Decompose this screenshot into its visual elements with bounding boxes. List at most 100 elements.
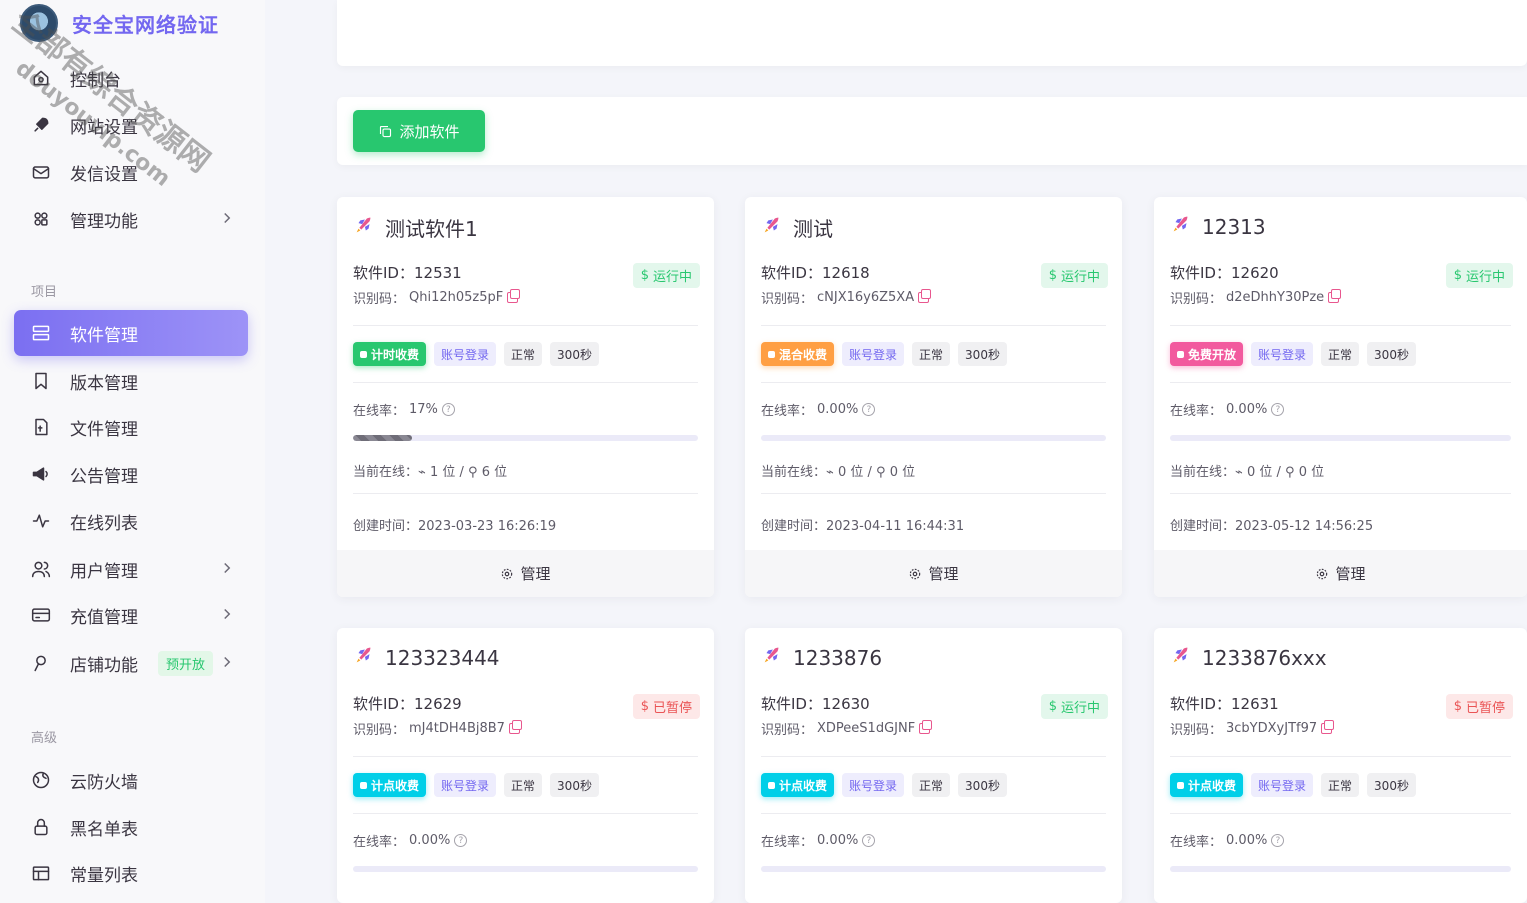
card-title: 测试软件1 bbox=[353, 213, 478, 242]
sidebar-item-label: 用户管理 bbox=[70, 561, 138, 582]
rocket-icon bbox=[1170, 644, 1192, 671]
identifier-code: 识别码： 3cbYDXyJTf97 bbox=[1170, 719, 1335, 738]
online-rate-bar-fill bbox=[353, 435, 412, 441]
mode-icon bbox=[768, 781, 775, 789]
heartbeat-tag: 300秒 bbox=[958, 342, 1007, 366]
billing-mode-tag: 计点收费 bbox=[761, 773, 835, 797]
sidebar-item-versions[interactable]: 版本管理 bbox=[14, 358, 248, 404]
online-rate-bar bbox=[761, 435, 1106, 441]
megaphone-icon bbox=[30, 463, 52, 485]
status-badge: $ 已暂停 bbox=[1445, 694, 1513, 719]
sidebar-item-constants[interactable]: 常量列表 bbox=[14, 850, 248, 896]
heartbeat-tag: 300秒 bbox=[550, 342, 599, 366]
sidebar: 安全宝网络验证 控制台 网站设置 发信设置 管理功能 项目 软件管理 版本管理 … bbox=[0, 0, 265, 903]
copy-icon[interactable] bbox=[919, 720, 933, 734]
card-title: 测试 bbox=[761, 213, 833, 242]
sidebar-item-admin-functions[interactable]: 管理功能 bbox=[14, 196, 248, 242]
bookmark-icon bbox=[30, 370, 52, 392]
copy-icon[interactable] bbox=[508, 720, 522, 734]
help-icon[interactable]: ? bbox=[1271, 403, 1285, 416]
heartbeat-tag: 300秒 bbox=[1367, 773, 1416, 797]
user-icon: ⚲ bbox=[468, 465, 482, 480]
rocket-icon bbox=[30, 114, 52, 136]
heartbeat-tag: 300秒 bbox=[958, 773, 1007, 797]
sidebar-item-recharge[interactable]: 充值管理 bbox=[14, 592, 248, 638]
billing-mode-tag: 计点收费 bbox=[1170, 773, 1244, 797]
sidebar-item-files[interactable]: 文件管理 bbox=[14, 404, 248, 450]
sidebar-item-users[interactable]: 用户管理 bbox=[14, 546, 248, 592]
sidebar-item-mail-settings[interactable]: 发信设置 bbox=[14, 149, 248, 195]
sidebar-item-label: 文件管理 bbox=[70, 419, 138, 440]
status-badge: $ 运行中 bbox=[1040, 263, 1108, 288]
help-icon[interactable]: ? bbox=[1271, 834, 1285, 847]
online-rate: 在线率： 0.00%? bbox=[353, 831, 468, 850]
copy-icon[interactable] bbox=[507, 289, 521, 303]
sidebar-item-online-list[interactable]: 在线列表 bbox=[14, 498, 248, 544]
sidebar-item-announcements[interactable]: 公告管理 bbox=[14, 451, 248, 497]
normal-tag: 正常 bbox=[912, 773, 951, 797]
sidebar-item-store[interactable]: 店铺功能 预开放 bbox=[14, 640, 248, 686]
copy-icon[interactable] bbox=[1321, 720, 1335, 734]
chevron-right-icon bbox=[218, 209, 238, 229]
table-icon bbox=[30, 862, 52, 884]
sidebar-item-label: 版本管理 bbox=[70, 373, 138, 394]
sidebar-item-label: 管理功能 bbox=[70, 211, 138, 232]
divider bbox=[761, 813, 1106, 814]
lock-icon bbox=[30, 816, 52, 838]
chevron-right-icon bbox=[218, 605, 238, 625]
login-type-tag: 账号登录 bbox=[1251, 342, 1314, 366]
rocket-icon bbox=[761, 214, 783, 241]
help-icon[interactable]: ? bbox=[454, 834, 468, 847]
current-online: 当前在线：⌁ 1 位 / ⚲ 6 位 bbox=[353, 465, 508, 480]
users-icon bbox=[30, 558, 52, 580]
status-badge: $ 已暂停 bbox=[632, 694, 700, 719]
home-icon bbox=[30, 67, 52, 89]
sidebar-item-label: 店铺功能 bbox=[70, 655, 138, 676]
tag-list: 混合收费 账号登录 正常 300秒 bbox=[761, 342, 1007, 366]
copy-icon[interactable] bbox=[918, 289, 932, 303]
software-id: 软件ID：12620 bbox=[1170, 264, 1279, 282]
tag-list: 计点收费 账号登录 正常 300秒 bbox=[761, 773, 1007, 797]
sidebar-item-blacklist[interactable]: 黑名单表 bbox=[14, 804, 248, 850]
rocket-icon bbox=[353, 214, 375, 241]
sidebar-item-label: 黑名单表 bbox=[70, 819, 138, 840]
current-online: 当前在线：⌁ 0 位 / ⚲ 0 位 bbox=[1170, 465, 1325, 480]
billing-mode-tag: 计点收费 bbox=[353, 773, 427, 797]
manage-button[interactable]: 管理 bbox=[337, 550, 714, 597]
login-type-tag: 账号登录 bbox=[434, 773, 497, 797]
dollar-icon: $ bbox=[640, 268, 649, 283]
copy-icon bbox=[380, 125, 392, 137]
created-time: 创建时间：2023-03-23 16:26:19 bbox=[353, 519, 557, 534]
status-badge: $ 运行中 bbox=[1445, 263, 1513, 288]
sidebar-item-label: 在线列表 bbox=[70, 513, 138, 534]
billing-mode-tag: 计时收费 bbox=[353, 342, 427, 366]
manage-button[interactable]: 管理 bbox=[745, 550, 1122, 597]
sidebar-item-software[interactable]: 软件管理 bbox=[14, 310, 248, 356]
software-id: 软件ID：12618 bbox=[761, 264, 870, 282]
brand-name: 安全宝网络验证 bbox=[72, 12, 219, 37]
sidebar-item-label: 软件管理 bbox=[70, 325, 138, 346]
manage-button[interactable]: 管理 bbox=[1154, 550, 1527, 597]
sidebar-item-label: 公告管理 bbox=[70, 466, 138, 487]
help-icon[interactable]: ? bbox=[862, 403, 876, 416]
heartbeat-tag: 300秒 bbox=[550, 773, 599, 797]
software-card: 1233876xxx 软件ID：12631 识别码： 3cbYDXyJTf97 $ 已暂停… bbox=[1154, 628, 1527, 903]
sidebar-item-firewall[interactable]: 云防火墙 bbox=[14, 757, 248, 803]
help-icon[interactable]: ? bbox=[441, 403, 455, 416]
mode-icon bbox=[360, 781, 367, 789]
signal-icon: ⌁ bbox=[1235, 465, 1247, 480]
add-software-button[interactable]: 添加软件 bbox=[353, 110, 485, 152]
divider bbox=[761, 325, 1106, 326]
tag-list: 计点收费 账号登录 正常 300秒 bbox=[353, 773, 599, 797]
rocket-icon bbox=[353, 644, 375, 671]
activity-icon bbox=[30, 510, 52, 532]
brand[interactable]: 安全宝网络验证 bbox=[20, 4, 219, 42]
sidebar-item-dashboard[interactable]: 控制台 bbox=[14, 55, 248, 101]
online-rate: 在线率： 0.00%? bbox=[761, 400, 876, 419]
online-rate-bar bbox=[353, 435, 698, 441]
tag-list: 计时收费 账号登录 正常 300秒 bbox=[353, 342, 599, 366]
divider bbox=[1170, 493, 1511, 494]
copy-icon[interactable] bbox=[1328, 289, 1342, 303]
sidebar-item-site-settings[interactable]: 网站设置 bbox=[14, 102, 248, 148]
help-icon[interactable]: ? bbox=[862, 834, 876, 847]
